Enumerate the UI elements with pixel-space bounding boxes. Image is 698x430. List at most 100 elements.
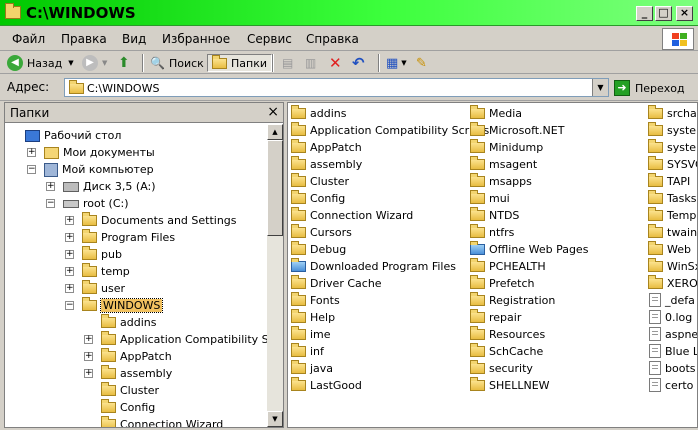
expand-icon[interactable]: + <box>46 182 55 191</box>
file-list-item[interactable]: SHELLNEW <box>470 376 550 393</box>
go-button[interactable]: ➜ Переход <box>614 78 696 98</box>
file-list-item[interactable]: security <box>470 359 533 376</box>
menu-tools[interactable]: Сервис <box>247 32 292 46</box>
file-list-item[interactable]: Downloaded Program Files <box>291 257 456 274</box>
expand-icon[interactable]: + <box>84 369 93 378</box>
menu-favorites[interactable]: Избранное <box>162 32 230 46</box>
tree-item[interactable]: addins <box>101 314 156 331</box>
file-list-item[interactable]: Connection Wizard <box>291 206 413 223</box>
address-input[interactable]: C:\WINDOWS ▼ <box>64 78 609 97</box>
file-list-item[interactable]: Resources <box>470 325 545 342</box>
expand-icon[interactable]: + <box>27 148 36 157</box>
file-list-item[interactable]: Help <box>291 308 335 325</box>
file-list-item[interactable]: XERO <box>648 274 697 291</box>
tree-item[interactable]: Мои документы <box>44 144 155 161</box>
tree-item[interactable]: WINDOWS <box>82 297 164 314</box>
file-list-item[interactable]: aspne <box>648 326 697 342</box>
file-list-item[interactable]: Blue L <box>648 343 697 359</box>
file-list-item[interactable]: msapps <box>470 172 532 189</box>
expand-icon[interactable]: + <box>65 267 74 276</box>
file-list-item[interactable]: Fonts <box>291 291 340 308</box>
file-list-item[interactable]: Media <box>470 104 522 121</box>
move-to-button[interactable]: ▤ <box>282 54 293 72</box>
tree-item[interactable]: user <box>82 280 125 297</box>
file-list-item[interactable]: _defa <box>648 292 695 308</box>
file-list-item[interactable]: repair <box>470 308 521 325</box>
maximize-button[interactable]: □ <box>655 6 672 21</box>
file-list-item[interactable]: boots <box>648 360 696 376</box>
folders-button[interactable]: Папки <box>207 54 272 72</box>
scroll-down-icon[interactable]: ▼ <box>267 411 283 427</box>
file-list-item[interactable]: 0.log <box>648 309 692 325</box>
file-list-item[interactable]: NTDS <box>470 206 519 223</box>
menu-edit[interactable]: Правка <box>61 32 107 46</box>
file-list-item[interactable]: assembly <box>291 155 362 172</box>
expand-icon[interactable]: + <box>65 250 74 259</box>
tree-item[interactable]: assembly <box>101 365 172 382</box>
file-list-item[interactable]: SchCache <box>470 342 543 359</box>
tree-item[interactable]: AppPatch <box>101 348 172 365</box>
expand-icon[interactable]: + <box>65 284 74 293</box>
file-list-item[interactable]: Minidump <box>470 138 543 155</box>
undo-button[interactable]: ↶ <box>352 54 365 72</box>
file-list-item[interactable]: syste <box>648 138 696 155</box>
file-list-item[interactable]: Application Compatibility Scripts <box>291 121 489 138</box>
collapse-icon[interactable]: − <box>46 199 55 208</box>
menu-help[interactable]: Справка <box>306 32 359 46</box>
file-list-item[interactable]: addins <box>291 104 346 121</box>
file-list-item[interactable]: twain <box>648 223 697 240</box>
tree-item[interactable]: Connection Wizard <box>101 416 223 427</box>
up-button[interactable]: ⬆ <box>118 54 130 72</box>
file-list-item[interactable]: ntfrs <box>470 223 514 240</box>
file-list-item[interactable]: java <box>291 359 333 376</box>
menu-file[interactable]: Файл <box>12 32 45 46</box>
file-list-item[interactable]: mui <box>470 189 510 206</box>
chevron-down-icon[interactable]: ▼ <box>592 79 608 96</box>
file-list-item[interactable]: PCHEALTH <box>470 257 546 274</box>
file-list-item[interactable]: ime <box>291 325 331 342</box>
tree-item[interactable]: Program Files <box>82 229 175 246</box>
search-button[interactable]: 🔍 Поиск <box>150 54 204 72</box>
file-list-item[interactable]: AppPatch <box>291 138 362 155</box>
folder-options-button[interactable]: ✎ <box>416 54 427 72</box>
file-list-item[interactable]: Microsoft.NET <box>470 121 564 138</box>
menu-view[interactable]: Вид <box>122 32 146 46</box>
tree-item[interactable]: Documents and Settings <box>82 212 237 229</box>
expand-icon[interactable]: + <box>65 216 74 225</box>
file-list-item[interactable]: TAPI <box>648 172 690 189</box>
file-list-item[interactable]: Tasks <box>648 189 696 206</box>
tree-item[interactable]: temp <box>82 263 130 280</box>
collapse-icon[interactable]: − <box>27 165 36 174</box>
file-list-item[interactable]: SYSVO <box>648 155 697 172</box>
tree-item[interactable]: Диск 3,5 (A:) <box>63 178 156 195</box>
tree-item[interactable]: Application Compatibility Scripts <box>101 331 267 348</box>
tree-item[interactable]: Мой компьютер <box>44 161 154 178</box>
expand-icon[interactable]: + <box>84 335 93 344</box>
file-list-item[interactable]: Config <box>291 189 345 206</box>
file-list-item[interactable]: inf <box>291 342 324 359</box>
file-list-item[interactable]: Temp <box>648 206 696 223</box>
file-list-item[interactable]: certo <box>648 377 693 393</box>
file-list-item[interactable]: Cluster <box>291 172 349 189</box>
file-list-item[interactable]: WinSx <box>648 257 697 274</box>
file-list-item[interactable]: srcha <box>648 104 697 121</box>
copy-to-button[interactable]: ▥ <box>305 54 316 72</box>
file-list-item[interactable]: Web <box>648 240 691 257</box>
file-list-item[interactable]: LastGood <box>291 376 362 393</box>
file-list-item[interactable]: msagent <box>470 155 537 172</box>
back-button[interactable]: ◀ Назад ▼ <box>7 54 74 72</box>
tree-item[interactable]: Cluster <box>101 382 159 399</box>
scroll-thumb[interactable] <box>267 140 283 236</box>
file-list-item[interactable]: syste <box>648 121 696 138</box>
delete-button[interactable]: ✕ <box>329 54 342 72</box>
file-list-item[interactable]: Driver Cache <box>291 274 382 291</box>
tree-item[interactable]: Рабочий стол <box>25 127 121 144</box>
collapse-icon[interactable]: − <box>65 301 74 310</box>
tree-item[interactable]: root (C:) <box>63 195 129 212</box>
file-list-item[interactable]: Debug <box>291 240 346 257</box>
file-list-item[interactable]: Registration <box>470 291 555 308</box>
minimize-button[interactable]: _ <box>636 6 653 21</box>
views-button[interactable]: ▦ ▼ <box>386 54 407 72</box>
title-bar[interactable]: C:\WINDOWS _ □ × <box>0 0 698 26</box>
file-list-item[interactable]: Offline Web Pages <box>470 240 588 257</box>
